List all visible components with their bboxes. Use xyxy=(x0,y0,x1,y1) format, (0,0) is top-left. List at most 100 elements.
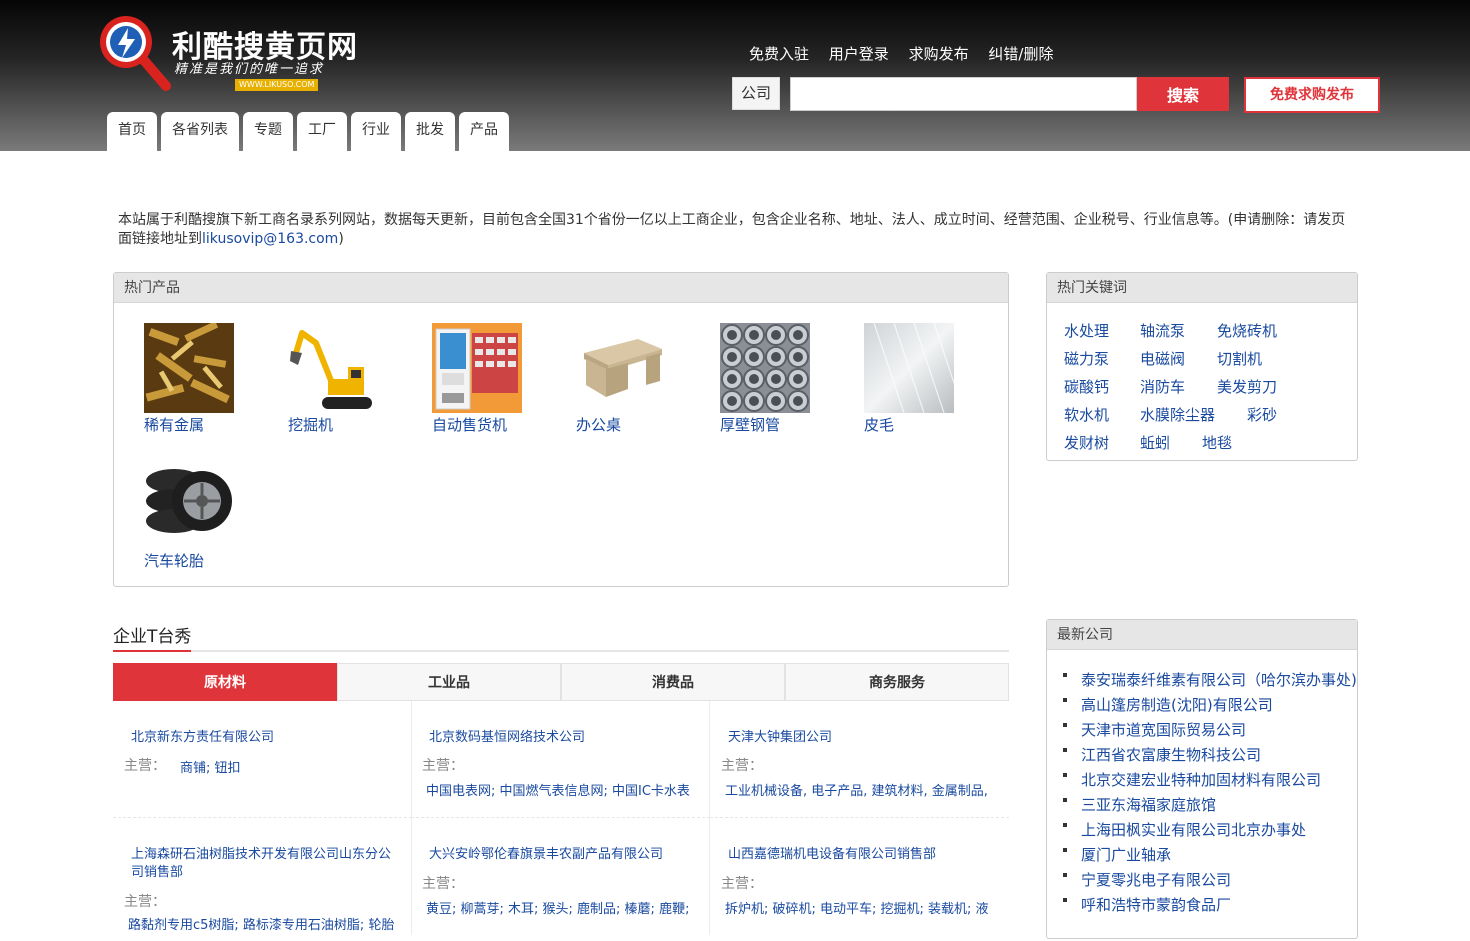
keyword-link[interactable]: 切割机 xyxy=(1217,348,1262,369)
keyword-link[interactable]: 发财树 xyxy=(1064,432,1109,453)
product-item[interactable]: 皮毛 xyxy=(864,323,984,435)
company-card: 山西嘉德瑞机电设备有限公司销售部 主营： 拆炉机; 破碎机; 电动平车; 挖掘机… xyxy=(710,818,1009,935)
latest-company-link[interactable]: 高山篷房制造(沈阳)有限公司 xyxy=(1081,696,1273,714)
latest-company-link[interactable]: 泰安瑞泰纤维素有限公司（哈尔滨办事处) xyxy=(1081,671,1357,689)
latest-company-link[interactable]: 上海田枫实业有限公司北京办事处 xyxy=(1081,821,1306,839)
keyword-link[interactable]: 消防车 xyxy=(1140,376,1185,397)
top-link-post-request[interactable]: 求购发布 xyxy=(909,45,969,63)
nav-provinces[interactable]: 各省列表 xyxy=(161,112,239,151)
nav-factories[interactable]: 工厂 xyxy=(297,112,347,151)
search-input[interactable] xyxy=(790,77,1137,111)
main-business-value[interactable]: 中国电表网; 中国燃气表信息网; 中国IC卡水表 xyxy=(426,780,696,799)
top-link-register[interactable]: 免费入驻 xyxy=(749,45,809,63)
hot-products-panel: 热门产品 稀有金属 挖掘机 自动售货机 办公桌 厚壁钢管 皮毛 汽车轮胎 xyxy=(113,272,1009,587)
company-card: 北京新东方责任有限公司 主营： 商铺; 钮扣 xyxy=(113,701,412,818)
main-business-value[interactable]: 拆炉机; 破碎机; 电动平车; 挖掘机; 装载机; 液 xyxy=(725,898,995,917)
search-scope-select[interactable]: 公司 xyxy=(732,77,780,110)
main-business-label: 主营： xyxy=(721,758,763,774)
magnifier-logo-icon xyxy=(100,16,171,91)
bullet-icon xyxy=(1063,673,1067,677)
company-name-link[interactable]: 山西嘉德瑞机电设备有限公司销售部 xyxy=(728,846,993,864)
nav-wholesale[interactable]: 批发 xyxy=(405,112,455,151)
hot-keywords-panel: 热门关键词 水处理 轴流泵 免烧砖机 磁力泵 电磁阀 切割机 碳酸钙 消防车 美… xyxy=(1046,272,1358,461)
latest-company-link[interactable]: 北京交建宏业特种加固材料有限公司 xyxy=(1081,771,1321,789)
list-item[interactable]: 北京交建宏业特种加固材料有限公司 xyxy=(1059,768,1357,793)
product-name: 厚壁钢管 xyxy=(720,416,781,434)
keyword-link[interactable]: 免烧砖机 xyxy=(1217,320,1277,341)
main-business-value[interactable]: 路黏剂专用c5树脂; 路标漆专用石油树脂; 轮胎 xyxy=(128,914,398,933)
company-name-link[interactable]: 上海森研石油树脂技术开发有限公司山东分公司销售部 xyxy=(131,846,396,882)
showcase-tabs: 原材料 工业品 消费品 商务服务 xyxy=(113,663,1009,701)
product-item[interactable]: 稀有金属 xyxy=(144,323,264,435)
latest-company-link[interactable]: 宁夏零兆电子有限公司 xyxy=(1081,871,1231,889)
keyword-link[interactable]: 蚯蚓 xyxy=(1140,432,1170,453)
excavator-image xyxy=(288,323,378,413)
notice-email-link[interactable]: likusovip@163.com xyxy=(202,231,338,247)
keyword-link[interactable]: 电磁阀 xyxy=(1140,348,1185,369)
list-item[interactable]: 上海田枫实业有限公司北京办事处 xyxy=(1059,818,1357,843)
latest-companies-panel: 最新公司 泰安瑞泰纤维素有限公司（哈尔滨办事处) 高山篷房制造(沈阳)有限公司 … xyxy=(1046,619,1358,939)
fur-image xyxy=(864,323,954,413)
main-business-value[interactable]: 黄豆; 柳蒿芽; 木耳; 猴头; 鹿制品; 榛蘑; 鹿鞭; xyxy=(426,898,696,917)
main-nav: 首页 各省列表 专题 工厂 行业 批发 产品 xyxy=(107,112,513,151)
keyword-link[interactable]: 水膜除尘器 xyxy=(1140,404,1215,425)
list-item[interactable]: 宁夏零兆电子有限公司 xyxy=(1059,868,1357,893)
keyword-link[interactable]: 碳酸钙 xyxy=(1064,376,1109,397)
company-card: 上海森研石油树脂技术开发有限公司山东分公司销售部 主营： 路黏剂专用c5树脂; … xyxy=(113,818,412,935)
list-item[interactable]: 高山篷房制造(沈阳)有限公司 xyxy=(1059,693,1357,718)
site-notice: 本站属于利酷搜旗下新工商名录系列网站，数据每天更新，目前包含全国31个省份一亿以… xyxy=(118,211,1353,249)
product-name: 稀有金属 xyxy=(144,416,205,434)
site-logo[interactable]: 利酷搜黄页网 精准是我们的唯一追求 WWW.LIKUSO.COM xyxy=(98,12,357,94)
list-item[interactable]: 泰安瑞泰纤维素有限公司（哈尔滨办事处) xyxy=(1059,668,1357,693)
rare-metal-image xyxy=(144,323,234,413)
list-item[interactable]: 江西省农富康生物科技公司 xyxy=(1059,743,1357,768)
keyword-link[interactable]: 软水机 xyxy=(1064,404,1109,425)
tab-business-services[interactable]: 商务服务 xyxy=(785,663,1009,701)
search-button[interactable]: 搜索 xyxy=(1137,77,1229,111)
main-business-value[interactable]: 工业机械设备, 电子产品, 建筑材料, 金属制品, xyxy=(725,780,995,799)
main-business-value[interactable]: 商铺; 钮扣 xyxy=(180,757,450,776)
site-header: 利酷搜黄页网 精准是我们的唯一追求 WWW.LIKUSO.COM 免费入驻 用户… xyxy=(0,0,1470,151)
company-name-link[interactable]: 北京新东方责任有限公司 xyxy=(131,729,396,747)
showcase-divider xyxy=(113,650,1009,652)
hot-keywords-title: 热门关键词 xyxy=(1047,273,1357,303)
product-item[interactable]: 自动售货机 xyxy=(432,323,552,435)
top-link-login[interactable]: 用户登录 xyxy=(829,45,889,63)
keyword-link[interactable]: 美发剪刀 xyxy=(1217,376,1277,397)
list-item[interactable]: 三亚东海福家庭旅馆 xyxy=(1059,793,1357,818)
nav-home[interactable]: 首页 xyxy=(107,112,157,151)
latest-company-link[interactable]: 江西省农富康生物科技公司 xyxy=(1081,746,1261,764)
tab-consumer[interactable]: 消费品 xyxy=(561,663,785,701)
product-item[interactable]: 办公桌 xyxy=(576,323,696,435)
keyword-link[interactable]: 磁力泵 xyxy=(1064,348,1109,369)
product-item[interactable]: 汽车轮胎 xyxy=(144,459,264,571)
latest-company-link[interactable]: 天津市道宽国际贸易公司 xyxy=(1081,721,1246,739)
free-post-request-button[interactable]: 免费求购发布 xyxy=(1244,77,1380,113)
keyword-link[interactable]: 轴流泵 xyxy=(1140,320,1185,341)
keyword-link[interactable]: 水处理 xyxy=(1064,320,1109,341)
latest-company-link[interactable]: 厦门广业轴承 xyxy=(1081,846,1171,864)
list-item[interactable]: 天津市道宽国际贸易公司 xyxy=(1059,718,1357,743)
company-name-link[interactable]: 大兴安岭鄂伦春旗景丰农副产品有限公司 xyxy=(429,846,694,864)
company-name-link[interactable]: 天津大钟集团公司 xyxy=(728,729,993,747)
latest-company-link[interactable]: 三亚东海福家庭旅馆 xyxy=(1081,796,1216,814)
keyword-link[interactable]: 彩砂 xyxy=(1247,404,1277,425)
nav-topics[interactable]: 专题 xyxy=(243,112,293,151)
keyword-link[interactable]: 地毯 xyxy=(1202,432,1232,453)
nav-industries[interactable]: 行业 xyxy=(351,112,401,151)
list-item[interactable]: 厦门广业轴承 xyxy=(1059,843,1357,868)
tab-raw-materials[interactable]: 原材料 xyxy=(113,663,337,701)
top-link-correction[interactable]: 纠错/删除 xyxy=(988,45,1053,63)
bullet-icon xyxy=(1063,848,1067,852)
latest-company-link[interactable]: 呼和浩特市蒙韵食品厂 xyxy=(1081,896,1231,914)
tab-industrial[interactable]: 工业品 xyxy=(337,663,561,701)
company-name-link[interactable]: 北京数码基恒网络技术公司 xyxy=(429,729,694,747)
company-card: 北京数码基恒网络技术公司 主营： 中国电表网; 中国燃气表信息网; 中国IC卡水… xyxy=(411,701,710,818)
list-item[interactable]: 呼和浩特市蒙韵食品厂 xyxy=(1059,893,1357,918)
product-item[interactable]: 厚壁钢管 xyxy=(720,323,840,435)
product-item[interactable]: 挖掘机 xyxy=(288,323,408,435)
company-card: 大兴安岭鄂伦春旗景丰农副产品有限公司 主营： 黄豆; 柳蒿芽; 木耳; 猴头; … xyxy=(411,818,710,935)
bullet-icon xyxy=(1063,748,1067,752)
main-business-label: 主营： xyxy=(124,758,166,774)
nav-products[interactable]: 产品 xyxy=(459,112,509,151)
